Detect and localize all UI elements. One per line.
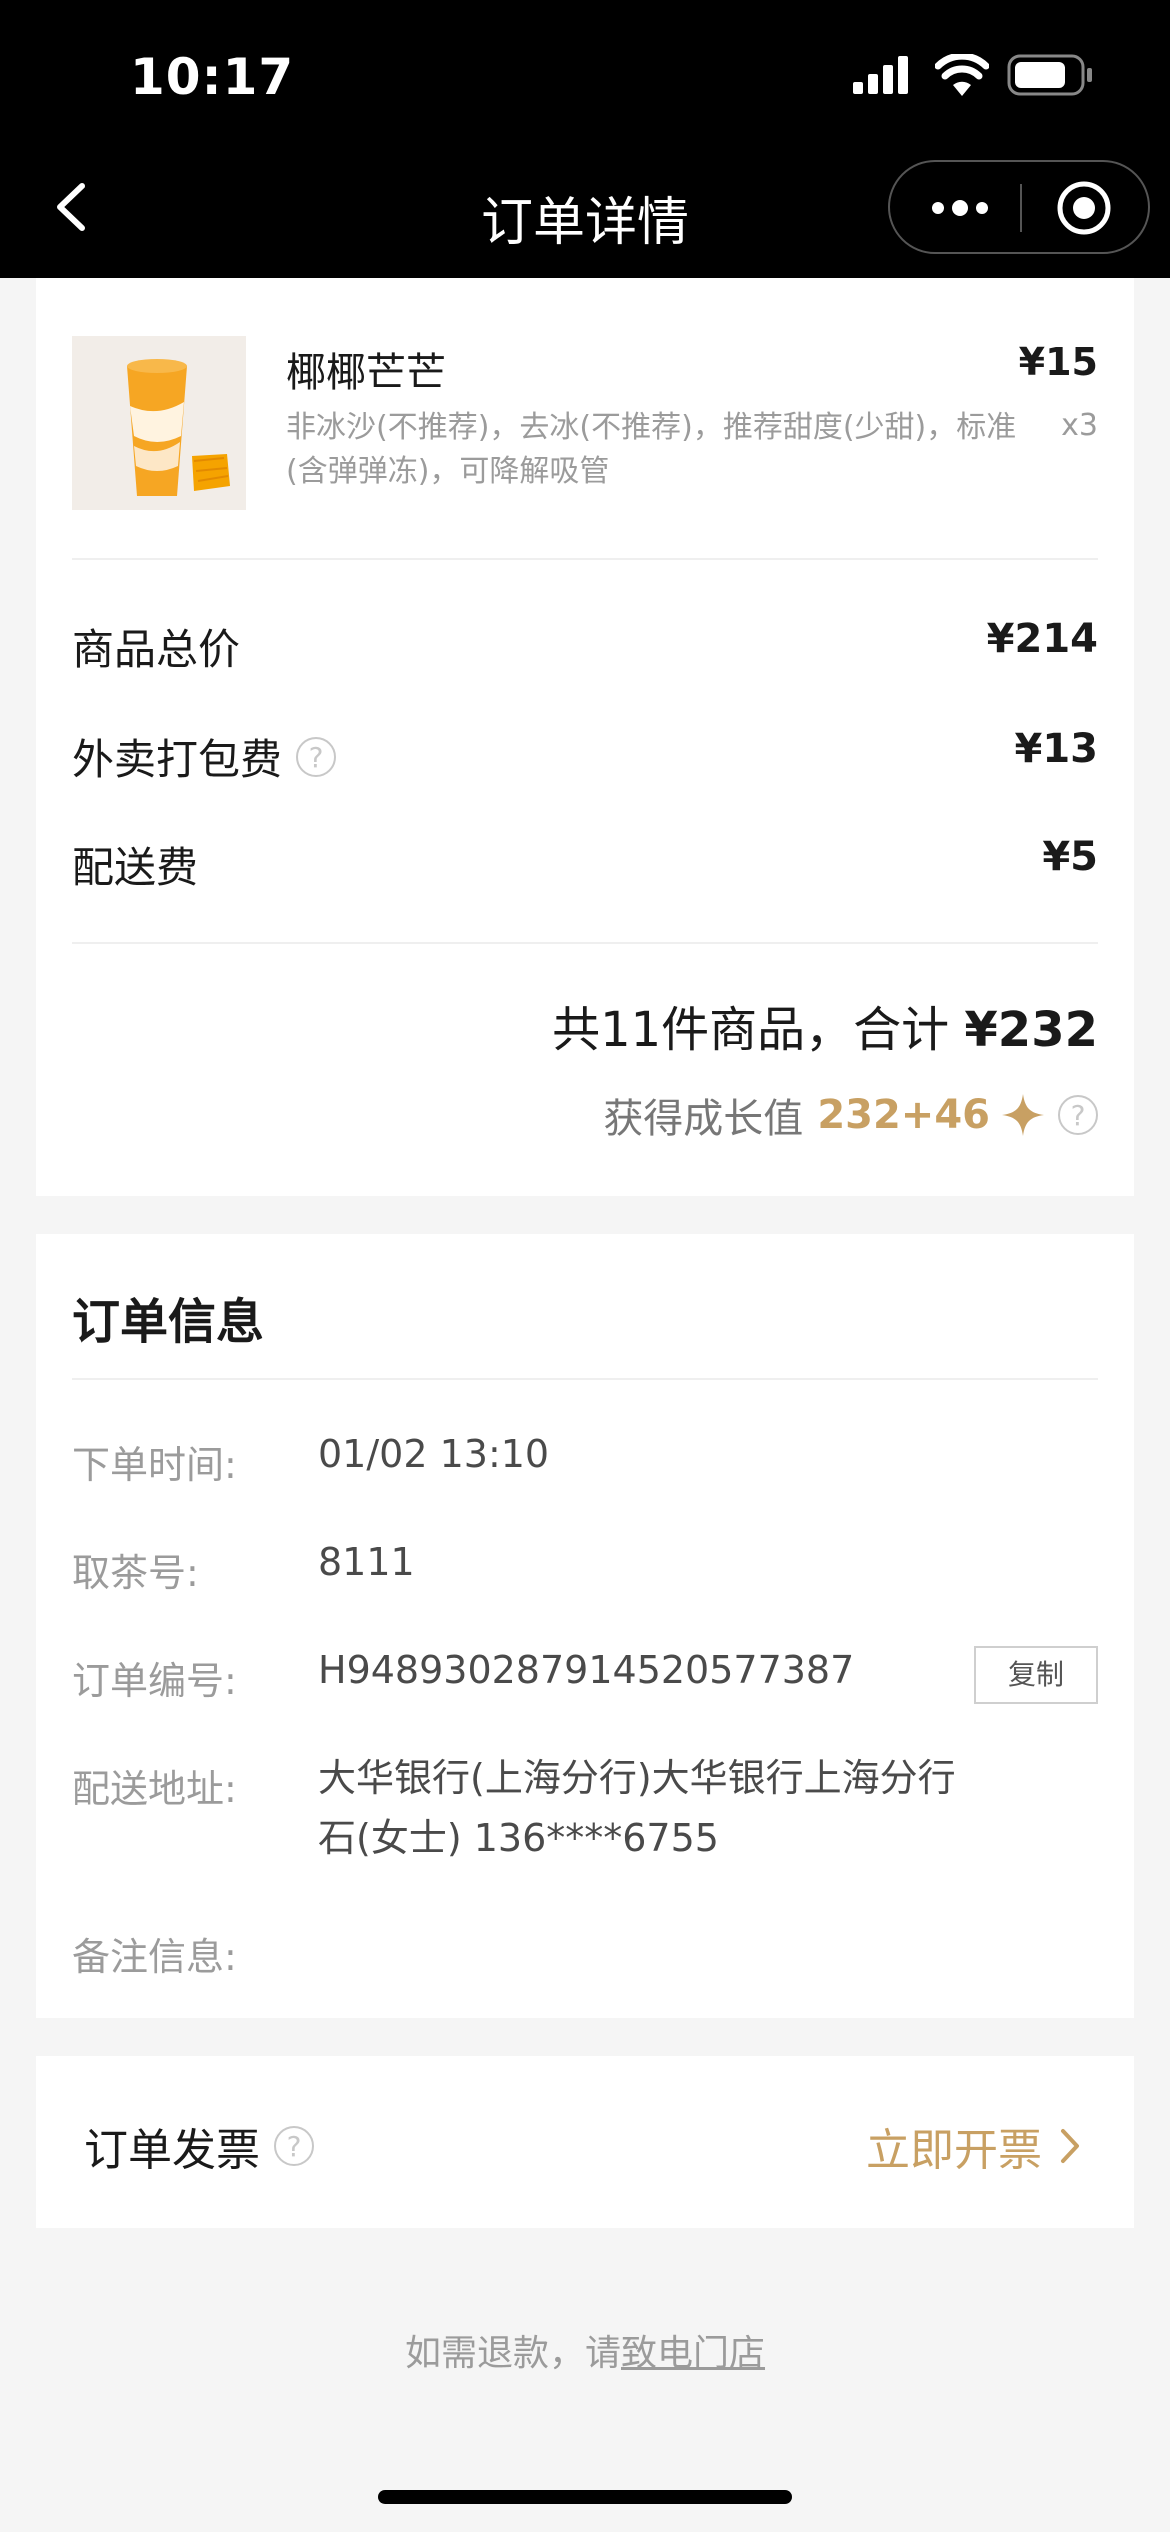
- nav-bar: 订单详情: [0, 140, 1170, 278]
- order-number-label: 订单编号:: [72, 1659, 237, 1703]
- order-info-title: 订单信息: [72, 1294, 265, 1350]
- order-total: 共11件商品，合计 ¥232: [552, 990, 1098, 1060]
- status-bar: 10:17: [0, 0, 1170, 140]
- close-mini-program-icon[interactable]: [1056, 180, 1112, 236]
- delivery-fee-label: 配送费: [72, 843, 199, 892]
- product-name: 椰椰芒芒: [286, 350, 446, 396]
- copy-button[interactable]: 复制: [974, 1646, 1098, 1704]
- pickup-number-value: 8111: [318, 1540, 415, 1584]
- invoice-label: 订单发票: [84, 2125, 260, 2176]
- address-line-2: 石(女士) 136****6755: [318, 1816, 719, 1860]
- order-info-card: 订单信息 下单时间: 01/02 13:10 取茶号: 8111 订单编号: H…: [36, 1234, 1134, 2018]
- signal-icon: [853, 56, 908, 94]
- address-label: 配送地址:: [72, 1767, 237, 1811]
- refund-notice: 如需退款，请致电门店: [0, 2324, 1170, 2376]
- more-icon[interactable]: [930, 190, 990, 226]
- product-image: [72, 336, 246, 510]
- battery-icon: [1007, 54, 1092, 96]
- goods-total-label: 商品总价: [72, 625, 241, 674]
- goods-total-value: ¥214: [986, 616, 1098, 662]
- status-time: 10:17: [130, 48, 295, 106]
- packing-fee-label: 外卖打包费: [72, 735, 283, 784]
- call-store-link[interactable]: 致电门店: [621, 2333, 765, 2374]
- order-items-card: 椰椰芒芒 非冰沙(不推荐)，去冰(不推荐)，推荐甜度(少甜)，标准(含弹弹冻)，…: [36, 278, 1134, 1196]
- remark-label: 备注信息:: [72, 1935, 237, 1979]
- address-line-1: 大华银行(上海分行)大华银行上海分行: [318, 1756, 956, 1800]
- sparkle-icon: [1002, 1094, 1044, 1136]
- product-price: ¥15: [1018, 340, 1098, 384]
- packing-fee-value: ¥13: [1014, 726, 1099, 772]
- home-indicator[interactable]: [378, 2490, 792, 2504]
- growth-value: 232+46: [817, 1092, 990, 1138]
- help-icon[interactable]: ?: [296, 736, 337, 777]
- growth-label: 获得成长值: [603, 1096, 804, 1142]
- product-spec: 非冰沙(不推荐)，去冰(不推荐)，推荐甜度(少甜)，标准(含弹弹冻)，可降解吸管: [286, 410, 1017, 489]
- capsule-divider: [1020, 184, 1022, 232]
- product-quantity: x3: [1061, 408, 1098, 443]
- chevron-right-icon: [1061, 2129, 1079, 2163]
- order-time-value: 01/02 13:10: [318, 1432, 550, 1476]
- order-time-label: 下单时间:: [72, 1443, 237, 1487]
- divider: [72, 942, 1098, 944]
- total-prefix: 共11件商品，合计: [552, 1002, 965, 1058]
- issue-invoice-link[interactable]: 立即开票: [866, 2114, 1080, 2178]
- refund-prefix: 如需退款，请: [404, 2333, 621, 2374]
- pickup-number-label: 取茶号:: [72, 1551, 199, 1595]
- growth-points: 获得成长值 232+46 ?: [603, 1086, 1098, 1144]
- order-number-value: H948930287914520577387: [318, 1648, 855, 1692]
- invoice-row: 订单发票 ?: [84, 2114, 314, 2178]
- total-amount: ¥232: [964, 1002, 1098, 1058]
- wifi-icon: [935, 54, 989, 96]
- delivery-fee-value: ¥5: [1042, 834, 1098, 880]
- packing-fee-row: 外卖打包费 ?: [72, 726, 337, 787]
- issue-invoice-label: 立即开票: [866, 2125, 1042, 2176]
- help-icon[interactable]: ?: [1058, 1095, 1098, 1135]
- mini-program-capsule: [888, 160, 1150, 254]
- divider: [72, 1378, 1098, 1380]
- help-icon[interactable]: ?: [274, 2126, 314, 2166]
- divider: [72, 558, 1098, 560]
- invoice-card[interactable]: 订单发票 ? 立即开票: [36, 2056, 1134, 2228]
